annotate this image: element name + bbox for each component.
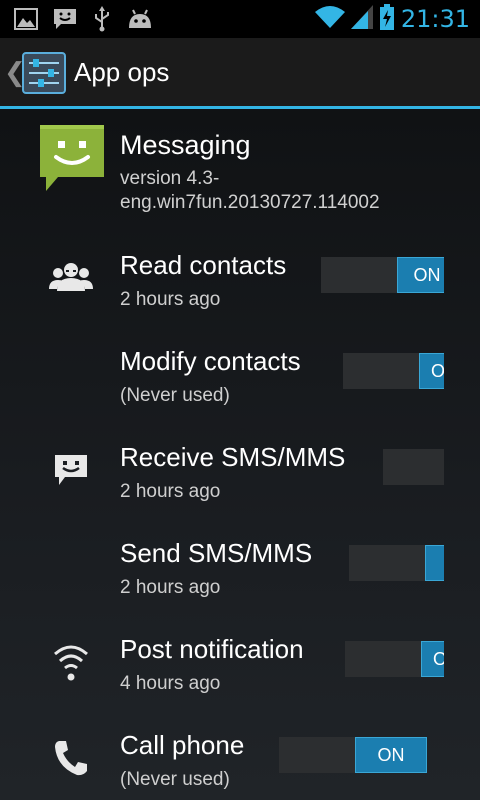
op-last-used: 2 hours ago — [120, 481, 221, 502]
phone-icon — [48, 735, 94, 781]
op-switch[interactable]: O — [345, 641, 444, 677]
op-last-used: (Never used) — [120, 385, 230, 406]
switch-thumb-on: O — [419, 353, 444, 389]
switch-thumb-on: O — [421, 641, 444, 677]
gallery-icon — [14, 8, 38, 30]
op-switch[interactable]: ON — [279, 737, 427, 773]
app-header: Messaging version 4.3-eng.win7fun.201307… — [0, 109, 480, 219]
op-label: Call phone — [120, 730, 245, 760]
wifi-icon — [314, 5, 345, 33]
signal-icon — [350, 5, 373, 33]
app-name: Messaging — [120, 130, 251, 160]
op-row-modify-contacts[interactable]: Modify contacts (Never used) O — [0, 339, 480, 435]
op-last-used: 2 hours ago — [120, 577, 221, 598]
op-row-receive-sms[interactable]: Receive SMS/MMS 2 hours ago — [0, 435, 480, 531]
op-switch[interactable]: O — [343, 353, 444, 389]
messaging-app-icon — [38, 123, 106, 193]
battery-charging-icon — [379, 4, 395, 34]
sms-icon — [52, 7, 78, 31]
sms-icon — [48, 447, 94, 493]
switch-thumb-on: ON — [355, 737, 427, 773]
app-version: version 4.3-eng.win7fun.20130727.114002 — [120, 168, 380, 213]
op-switch-off[interactable] — [383, 449, 444, 485]
op-row-post-notification[interactable]: Post notification 4 hours ago O — [0, 627, 480, 723]
android-debug-icon — [126, 8, 154, 30]
switch-thumb-on: ON — [397, 257, 444, 293]
op-switch[interactable] — [349, 545, 444, 581]
switch-thumb-on — [425, 545, 444, 581]
notification-icon — [48, 639, 94, 685]
op-last-used: 4 hours ago — [120, 673, 221, 694]
system-icons: 21:31 — [314, 4, 470, 34]
clock: 21:31 — [400, 5, 470, 33]
page-title: App ops — [74, 57, 170, 87]
app-ops-content: Messaging version 4.3-eng.win7fun.201307… — [0, 109, 480, 800]
contacts-icon — [48, 255, 94, 301]
op-label: Receive SMS/MMS — [120, 442, 346, 472]
op-last-used: 2 hours ago — [120, 289, 221, 310]
settings-sliders-icon[interactable] — [22, 52, 66, 94]
op-label: Post notification — [120, 634, 304, 664]
op-row-read-contacts[interactable]: Read contacts 2 hours ago ON — [0, 243, 480, 339]
up-navigation-icon[interactable]: ❮ — [4, 60, 26, 86]
status-bar: 21:31 — [0, 0, 480, 38]
op-switch[interactable]: ON — [321, 257, 444, 293]
op-label: Read contacts — [120, 250, 287, 280]
op-label: Send SMS/MMS — [120, 538, 313, 568]
usb-icon — [92, 6, 112, 32]
op-label: Modify contacts — [120, 346, 301, 376]
action-bar: ❮ App ops — [0, 38, 480, 109]
notification-icons — [14, 6, 154, 32]
op-row-call-phone[interactable]: Call phone (Never used) ON — [0, 723, 480, 800]
op-last-used: (Never used) — [120, 769, 230, 790]
op-row-send-sms[interactable]: Send SMS/MMS 2 hours ago — [0, 531, 480, 627]
